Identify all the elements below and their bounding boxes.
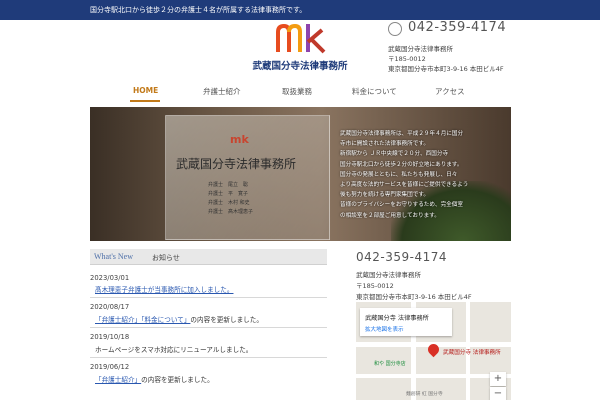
news-link[interactable]: 髙木理恵子弁護士が当事務所に加入しました。 [95,286,233,294]
map-poi-small: 麺創研 紅 国分寺 [406,392,443,397]
hero-line: 後も努力を続ける専門家集団です。 [340,192,429,199]
news-item: 「弁護士紹介」の内容を更新しました。 [95,374,214,384]
hero-line: 武蔵国分寺法律事務所は、平成２９年４月に国分 [340,131,464,137]
top-bar: 国分寺駅北口から徒歩２分の弁護士４名が所属する法律事務所です。 [0,0,600,20]
map-zoom-out-button[interactable]: − [490,387,506,400]
news-date: 2019/10/18 [90,333,130,341]
header-zip: 〒185-0012 [388,55,426,63]
hero-line: 国分寺の発展とともに、私たちも発展し、日々 [340,171,458,178]
side-address: 東京都国分寺市本町3-9-16 本田ビル4F [356,293,472,301]
news-date: 2020/08/17 [90,303,130,311]
map-pin-label: 武蔵国分寺 法律事務所 [443,350,501,356]
nav-access[interactable]: アクセス [435,86,465,97]
news-item: 「弁護士紹介」「料金について」の内容を更新しました。 [95,314,263,324]
google-map[interactable]: 武蔵国分寺 法律事務所 拡大地図を表示 武蔵国分寺 法律事務所 和や 国分寺店 … [356,302,511,400]
map-road [356,374,511,378]
news-text: の内容を更新しました。 [141,376,214,384]
map-info-card: 武蔵国分寺 法律事務所 拡大地図を表示 [360,308,452,336]
side-zip: 〒185-0012 [356,282,394,290]
nav-practice[interactable]: 取扱業務 [282,86,312,97]
news-link[interactable]: 「弁護士紹介」 [95,376,141,384]
side-phone[interactable]: 042-359-4174 [356,250,447,264]
main-nav: HOME 弁護士紹介 取扱業務 料金について アクセス [100,86,500,102]
map-enlarge-link[interactable]: 拡大地図を表示 [365,325,404,333]
news-text: の内容を更新しました。 [190,316,263,324]
header-phone[interactable]: 042-359-4174 [408,20,506,35]
hero-line: より高度な法的サービスを皆様にご提供できるよう [340,182,469,189]
mk-logo-icon[interactable] [276,24,330,54]
hero-line: 寺市に開設された法律事務所です。 [340,141,429,148]
news-divider [90,297,327,298]
header-address: 東京都国分寺市本町3-9-16 本田ビル4F [388,65,504,73]
nav-fees[interactable]: 料金について [352,86,397,97]
header-office: 武蔵国分寺法律事務所 [388,45,453,53]
sign-staff-2: 弁護士 平 寛子 [208,191,249,197]
top-bar-text: 国分寺駅北口から徒歩２分の弁護士４名が所属する法律事務所です。 [90,6,307,14]
hero-intro-text: 武蔵国分寺法律事務所は、平成２９年４月に国分 寺市に開設された法律事務所です。 … [340,129,500,221]
nav-lawyers[interactable]: 弁護士紹介 [203,86,241,97]
hero-banner: mk 武蔵国分寺法律事務所 弁護士 尾立 聡 弁護士 平 寛子 弁護士 木村 和… [90,107,511,241]
sign-office-name: 武蔵国分寺法律事務所 [176,157,297,171]
news-heading-en: What's New [94,252,133,261]
nav-active-indicator [130,100,160,102]
news-item: 髙木理恵子弁護士が当事務所に加入しました。 [95,284,233,294]
sign-staff-3: 弁護士 木村 和史 [208,200,250,206]
hero-line: 皆様のプライバシーをお守りするため、完全個室 [340,202,463,209]
nav-home[interactable]: HOME [133,86,158,95]
hero-line: 新宿駅から ＪＲ中央線で２０分、西国分寺 [340,151,449,158]
sign-staff-1: 弁護士 尾立 聡 [208,182,249,188]
map-zoom-in-button[interactable]: + [490,372,506,386]
news-divider [90,357,327,358]
news-date: 2023/03/01 [90,274,130,282]
news-date: 2019/06/12 [90,363,130,371]
news-item: ホームページをスマホ対応にリニューアルしました。 [95,344,252,354]
phone-icon [388,22,402,36]
hero-line: の相談室を２部屋ご用意しております。 [340,212,440,219]
sign-logo-icon: mk [230,133,249,146]
news-link[interactable]: 「弁護士紹介」「料金について」 [95,316,190,324]
news-divider [90,327,327,328]
site-title[interactable]: 武蔵国分寺法律事務所 [245,58,355,72]
hero-line: 国分寺駅北口から徒歩２分の好立地にあります。 [340,161,463,168]
map-poi-label: 和や 国分寺店 [374,361,406,367]
news-text: ホームページをスマホ対応にリニューアルしました。 [95,346,253,354]
sign-staff-4: 弁護士 髙木理恵子 [208,209,254,215]
news-heading-jp: お知らせ [152,254,180,262]
news-heading: What's New お知らせ [90,249,327,265]
map-card-title: 武蔵国分寺 法律事務所 [365,315,429,322]
side-office: 武蔵国分寺法律事務所 [356,271,421,279]
